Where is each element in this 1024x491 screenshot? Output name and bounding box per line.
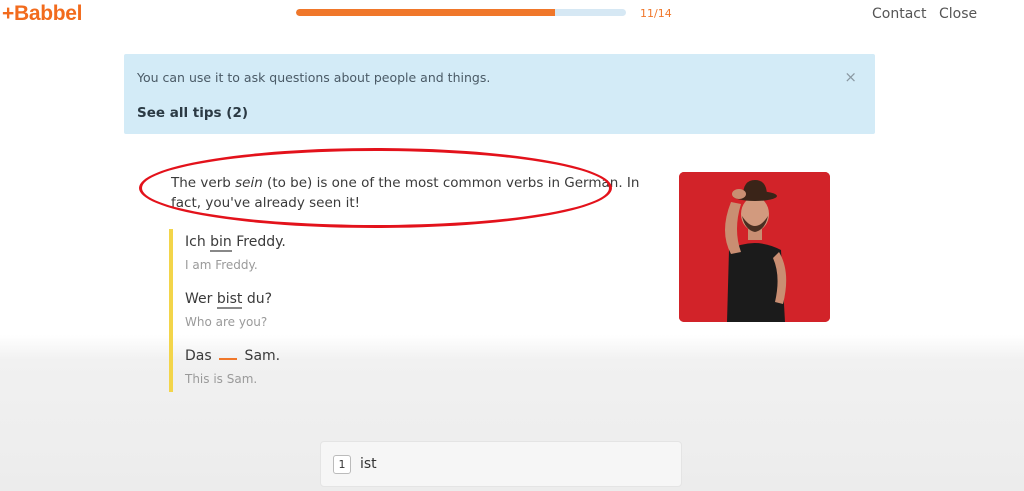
annotation-ellipse (139, 148, 612, 228)
example-sentence: Ich bin Freddy. (185, 234, 286, 252)
example-after: Freddy. (231, 234, 286, 250)
examples-accent-bar (169, 229, 173, 392)
example-before: Ich (185, 234, 211, 250)
close-link[interactable]: Close (939, 6, 977, 22)
example-translation: This is Sam. (185, 372, 258, 386)
answer-option-ist[interactable]: ist (360, 456, 377, 472)
progress-counter: 11/14 (640, 7, 672, 20)
example-sentence: Wer bist du? (185, 291, 273, 309)
freddy-photo (679, 172, 830, 322)
example-before: Das (185, 348, 217, 364)
babbel-logo: +Babbel (2, 2, 83, 25)
example-translation: Who are you? (185, 315, 268, 329)
contact-link[interactable]: Contact (872, 6, 926, 22)
example-translation: I am Freddy. (185, 258, 258, 272)
keyboard-shortcut-badge: 1 (333, 455, 351, 474)
example-verb: bin (210, 234, 232, 252)
answer-blank[interactable] (219, 348, 238, 360)
close-icon[interactable]: × (844, 68, 857, 86)
example-before: Wer (185, 291, 217, 307)
answer-choice-tray: 1 ist (320, 441, 682, 487)
tip-text: You can use it to ask questions about pe… (137, 70, 491, 85)
tip-banner: You can use it to ask questions about pe… (124, 54, 875, 134)
example-verb: bist (216, 291, 243, 309)
example-after: du? (242, 291, 273, 307)
lesson-progress-bar (296, 9, 626, 16)
example-sentence: Das Sam. (185, 348, 280, 364)
lesson-progress-fill (296, 9, 556, 16)
example-after: Sam. (240, 348, 281, 364)
see-all-tips-link[interactable]: See all tips (2) (137, 105, 248, 121)
person-illustration (679, 172, 830, 322)
